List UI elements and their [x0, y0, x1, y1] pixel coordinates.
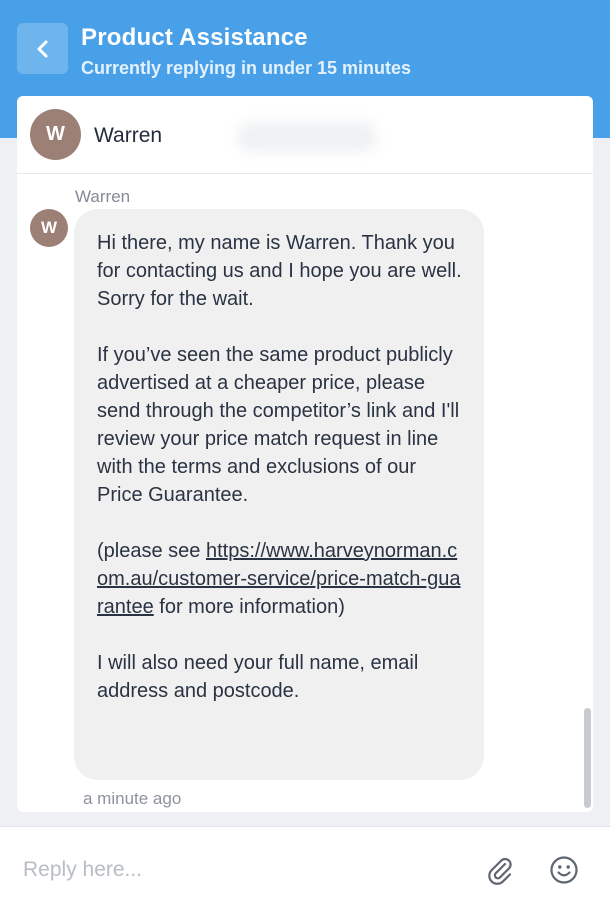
agent-name: Warren	[94, 124, 163, 147]
message-paragraph: If you’ve seen the same product publicly…	[97, 344, 460, 506]
message-text: (please see	[97, 540, 206, 562]
scrollbar-thumb[interactable]	[584, 708, 591, 808]
message-avatar: W	[30, 209, 68, 247]
header-subtitle: Currently replying in under 15 minutes	[81, 58, 412, 78]
reply-input[interactable]	[23, 853, 463, 887]
message-sender: Warren	[75, 187, 131, 206]
message-text: for more information)	[153, 596, 345, 618]
chevron-left-icon	[37, 40, 47, 57]
message-paragraph: (please see https://www.harveynorman.com…	[97, 537, 466, 621]
conversation-card: W Warren Warren W Hi there, my name is W…	[17, 96, 593, 812]
smiley-icon[interactable]	[549, 855, 579, 885]
header-title: Product Assistance	[81, 24, 308, 51]
paperclip-icon[interactable]	[484, 855, 516, 887]
back-button[interactable]	[17, 23, 68, 74]
message-paragraph: Hi there, my name is Warren. Thank you f…	[97, 232, 462, 310]
message-bubble: Hi there, my name is Warren. Thank you f…	[74, 209, 484, 780]
agent-avatar: W	[30, 109, 81, 160]
agent-bar: W Warren	[17, 96, 593, 174]
message-timestamp: a minute ago	[83, 789, 182, 808]
redacted-area	[237, 122, 377, 152]
composer	[0, 826, 610, 908]
message-paragraph: I will also need your full name, email a…	[97, 652, 419, 702]
